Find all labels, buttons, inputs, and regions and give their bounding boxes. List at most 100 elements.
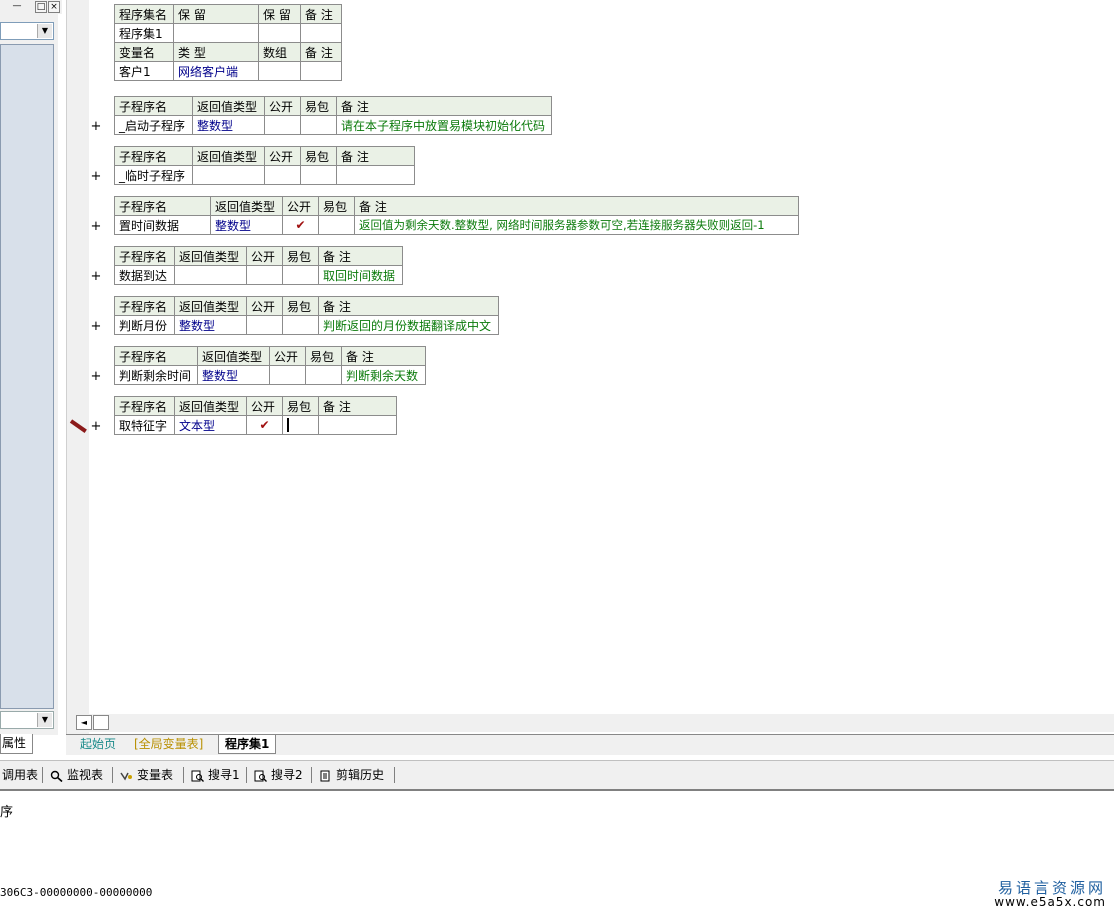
header-cell: 变量名 xyxy=(114,42,174,62)
tab-start-page[interactable]: 起始页 xyxy=(74,735,122,753)
output-panel[interactable] xyxy=(0,791,1114,915)
close-icon[interactable]: × xyxy=(48,1,60,13)
header-cell: 备 注 xyxy=(300,42,342,62)
cell[interactable] xyxy=(269,365,306,385)
header-cell: 子程序名 xyxy=(114,146,193,166)
minimize-icon[interactable]: — xyxy=(12,1,22,11)
search2-label: 搜寻2 xyxy=(271,768,303,782)
table-row: 子程序名 返回值类型 公开 易包 备 注 xyxy=(114,396,397,416)
table-row: _临时子程序 xyxy=(114,165,415,185)
cell[interactable] xyxy=(318,215,355,235)
cell[interactable] xyxy=(300,23,342,43)
project-tree[interactable] xyxy=(0,44,54,709)
left-select[interactable]: ▼ xyxy=(0,711,54,729)
cell[interactable]: 返回值为剩余天数.整数型, 网络时间服务器参数可空,若连接服务器失败则返回-1 xyxy=(354,215,799,235)
cell[interactable]: 请在本子程序中放置易模块初始化代码 xyxy=(336,115,552,135)
cell[interactable]: _临时子程序 xyxy=(114,165,193,185)
cell[interactable] xyxy=(282,315,319,335)
scroll-thumb[interactable] xyxy=(93,715,109,730)
scroll-left-icon[interactable]: ◄ xyxy=(76,715,92,730)
cell[interactable]: 整数型 xyxy=(174,315,247,335)
cell[interactable]: 数据到达 xyxy=(114,265,175,285)
cell[interactable] xyxy=(305,365,342,385)
divider xyxy=(394,767,395,783)
cell[interactable]: 判断月份 xyxy=(114,315,175,335)
cell[interactable] xyxy=(282,265,319,285)
watch-table-button[interactable]: 监视表 xyxy=(50,767,103,783)
search-doc-icon xyxy=(254,770,267,782)
editor-hscrollbar[interactable]: ◄ xyxy=(72,714,1114,732)
cell[interactable]: 置时间数据 xyxy=(114,215,211,235)
cell[interactable] xyxy=(300,61,342,81)
table-row: 取特征字 文本型 ✔ xyxy=(114,415,397,435)
cell[interactable]: 取回时间数据 xyxy=(318,265,403,285)
divider xyxy=(311,767,312,783)
cell[interactable]: 整数型 xyxy=(210,215,283,235)
expand-icon[interactable]: + xyxy=(90,270,102,283)
subroutine-table: 子程序名 返回值类型 公开 易包 备 注 数据到达 取回时间数据 xyxy=(114,246,403,285)
expand-icon[interactable]: + xyxy=(90,120,102,133)
divider xyxy=(183,767,184,783)
header-cell: 返回值类型 xyxy=(197,346,270,366)
cell[interactable] xyxy=(264,165,301,185)
search1-button[interactable]: 搜寻1 xyxy=(191,767,240,783)
cell[interactable] xyxy=(173,23,259,43)
cell[interactable]: 判断返回的月份数据翻译成中文 xyxy=(318,315,499,335)
table-row: 程序集名 保 留 保 留 备 注 xyxy=(114,4,342,24)
cell[interactable]: 取特征字 xyxy=(114,415,175,435)
cell[interactable] xyxy=(174,265,247,285)
clip-history-button[interactable]: 剪辑历史 xyxy=(319,767,384,783)
expand-icon[interactable]: + xyxy=(90,220,102,233)
tab-global-vars[interactable]: [全局变量表] xyxy=(128,735,209,753)
cell[interactable] xyxy=(264,115,301,135)
expand-icon[interactable]: + xyxy=(90,370,102,383)
variable-table-button[interactable]: 变量表 xyxy=(120,767,173,783)
variable-table-label: 变量表 xyxy=(137,768,174,782)
cell[interactable] xyxy=(246,315,283,335)
cell[interactable] xyxy=(300,115,337,135)
cell[interactable]: 判断剩余时间 xyxy=(114,365,198,385)
variable-icon xyxy=(120,772,132,780)
active-cell[interactable] xyxy=(282,415,319,435)
header-cell: 返回值类型 xyxy=(192,146,265,166)
header-cell: 备 注 xyxy=(318,396,397,416)
cell[interactable]: 整数型 xyxy=(192,115,265,135)
chevron-down-icon[interactable]: ▼ xyxy=(37,713,52,727)
watermark-url: www.e5a5x.com xyxy=(994,895,1106,909)
editor-gutter xyxy=(66,0,89,735)
tab-assembly1[interactable]: 程序集1 xyxy=(218,735,277,754)
checkmark-icon[interactable]: ✔ xyxy=(282,215,319,235)
cell[interactable] xyxy=(246,265,283,285)
expand-icon[interactable]: + xyxy=(90,320,102,333)
header-cell: 返回值类型 xyxy=(174,396,247,416)
cell[interactable]: 整数型 xyxy=(197,365,270,385)
cell[interactable] xyxy=(192,165,265,185)
cell[interactable]: 文本型 xyxy=(174,415,247,435)
project-combo[interactable]: ▼ xyxy=(0,22,54,40)
cell[interactable]: _启动子程序 xyxy=(114,115,193,135)
checkmark-icon[interactable]: ✔ xyxy=(246,415,283,435)
cell[interactable]: 网络客户端 xyxy=(173,61,259,81)
search2-button[interactable]: 搜寻2 xyxy=(254,767,303,783)
cell[interactable] xyxy=(300,165,337,185)
cell[interactable] xyxy=(318,415,397,435)
cell[interactable]: 判断剩余天数 xyxy=(341,365,426,385)
header-cell: 子程序名 xyxy=(114,296,175,316)
chevron-down-icon[interactable]: ▼ xyxy=(37,24,52,38)
subroutine-table: 子程序名 返回值类型 公开 易包 备 注 _启动子程序 整数型 请在本子程序中放… xyxy=(114,96,552,135)
expand-icon[interactable]: + xyxy=(90,170,102,183)
maximize-icon[interactable]: □ xyxy=(35,1,47,13)
cell[interactable] xyxy=(258,61,301,81)
cell[interactable] xyxy=(258,23,301,43)
cell[interactable]: 客户1 xyxy=(114,61,174,81)
cell[interactable]: 程序集1 xyxy=(114,23,174,43)
properties-tab[interactable]: 属性 xyxy=(0,734,33,754)
cell[interactable] xyxy=(336,165,415,185)
table-row: 子程序名 返回值类型 公开 易包 备 注 xyxy=(114,96,552,116)
expand-icon[interactable]: + xyxy=(90,420,102,433)
header-cell: 备 注 xyxy=(318,296,499,316)
call-table-button[interactable]: 调用表 xyxy=(2,767,38,783)
header-cell: 公开 xyxy=(246,296,283,316)
header-cell: 子程序名 xyxy=(114,346,198,366)
table-row: 子程序名 返回值类型 公开 易包 备 注 xyxy=(114,246,403,266)
